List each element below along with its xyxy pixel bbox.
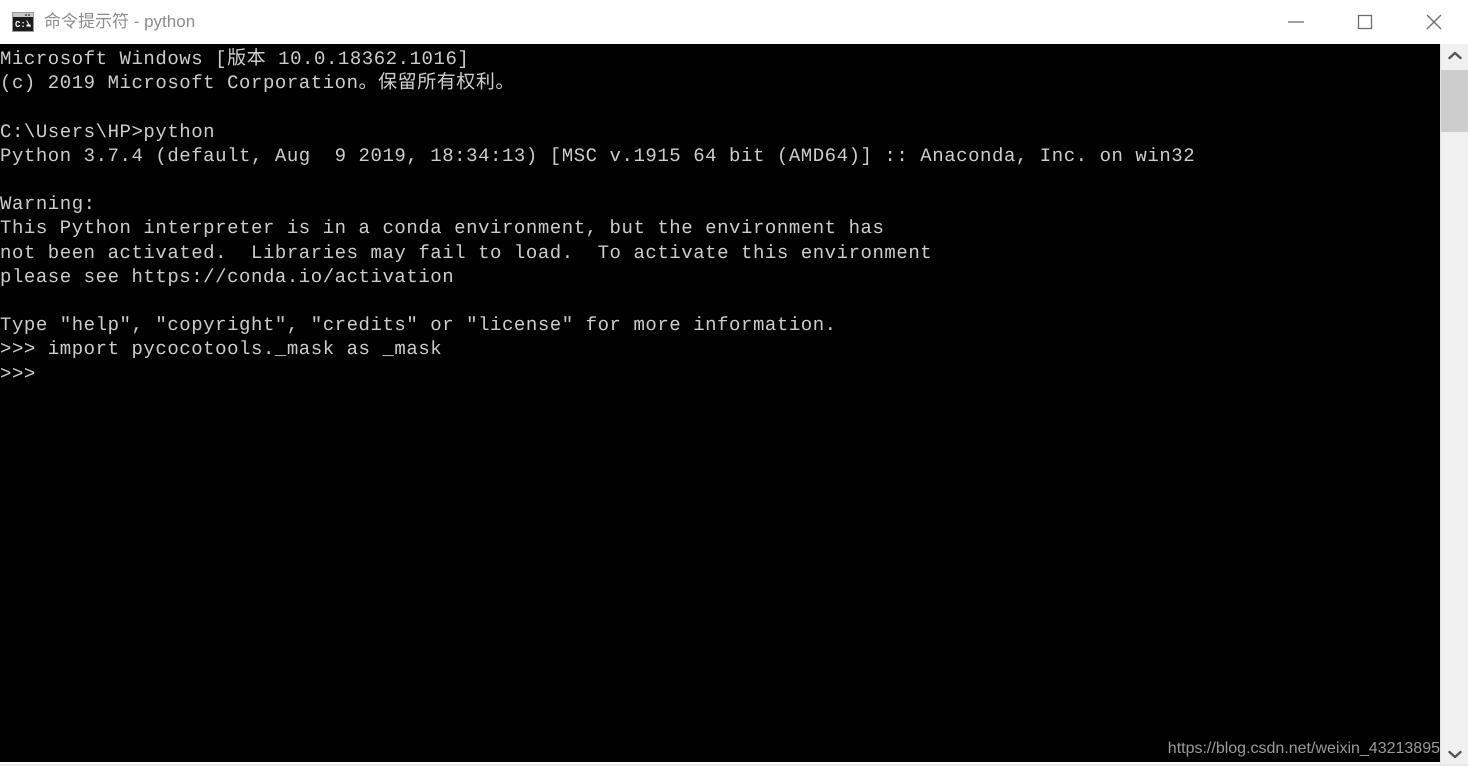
title-bar[interactable]: C:\ 命令提示符 - python	[0, 0, 1468, 44]
scrollbar-track[interactable]	[1441, 68, 1468, 742]
command-prompt-window: C:\ 命令提示符 - python Microsoft Windows [版本…	[0, 0, 1468, 766]
chevron-down-icon[interactable]	[1441, 742, 1468, 766]
vertical-scrollbar[interactable]	[1440, 44, 1468, 766]
cmd-console-icon: C:\	[12, 12, 34, 32]
chevron-up-icon[interactable]	[1441, 44, 1468, 68]
minimize-button[interactable]	[1261, 0, 1330, 44]
window-title: 命令提示符 - python	[44, 12, 196, 31]
console-output-area[interactable]: Microsoft Windows [版本 10.0.18362.1016] (…	[0, 44, 1440, 762]
console-text: Microsoft Windows [版本 10.0.18362.1016] (…	[0, 48, 1196, 385]
window-controls	[1261, 0, 1468, 44]
scrollbar-thumb[interactable]	[1441, 70, 1468, 132]
close-button[interactable]	[1399, 0, 1468, 44]
watermark-text: https://blog.csdn.net/weixin_43213895	[1167, 740, 1440, 757]
maximize-button[interactable]	[1330, 0, 1399, 44]
